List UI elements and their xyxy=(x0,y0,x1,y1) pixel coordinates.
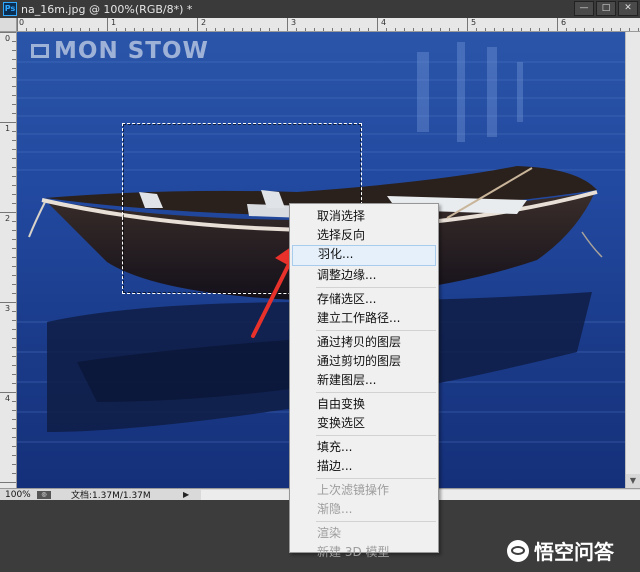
menu-separator xyxy=(316,330,436,331)
menu-item[interactable]: 填充... xyxy=(290,438,438,457)
ruler-label: 1 xyxy=(5,124,11,133)
menu-separator xyxy=(316,435,436,436)
menu-item[interactable]: 通过拷贝的图层 xyxy=(290,333,438,352)
scroll-down-arrow-icon[interactable]: ▼ xyxy=(626,474,640,488)
ruler-label: 4 xyxy=(381,18,387,27)
document-title-bar: Ps na_16m.jpg @ 100%(RGB/8*) * — □ ✕ xyxy=(0,0,640,19)
minimize-button[interactable]: — xyxy=(574,1,594,16)
selection-context-menu: 取消选择 选择反向 羽化... 调整边缘... 存储选区... 建立工作路径... 通过拷贝… xyxy=(289,203,439,559)
brand-text: 悟空问答 xyxy=(534,540,614,564)
vertical-ruler[interactable]: 0 1 2 3 4 xyxy=(0,32,17,488)
photoshop-app-icon: Ps xyxy=(3,2,17,16)
menu-item[interactable]: 调整边缘... xyxy=(290,266,438,285)
maximize-button[interactable]: □ xyxy=(596,1,616,16)
zoom-level-field[interactable]: 100% xyxy=(0,490,37,500)
vertical-scrollbar[interactable]: ▼ xyxy=(625,32,640,488)
menu-item[interactable]: 羽化... xyxy=(292,245,436,266)
menu-separator xyxy=(316,521,436,522)
menu-item[interactable]: 取消选择 xyxy=(290,207,438,226)
ruler-label: 4 xyxy=(5,394,11,403)
document-tab-title[interactable]: na_16m.jpg @ 100%(RGB/8*) * xyxy=(21,3,192,16)
watermark-text: MON STOW xyxy=(54,38,209,64)
menu-item[interactable]: 变换选区 xyxy=(290,414,438,433)
ruler-label: 0 xyxy=(5,34,11,43)
brand-watermark: 悟空问答 xyxy=(507,536,614,565)
menu-separator xyxy=(316,478,436,479)
menu-item[interactable]: 自由变换 xyxy=(290,395,438,414)
menu-item: 渐隐... xyxy=(317,502,353,516)
proof-icon[interactable]: ◎ xyxy=(37,490,51,499)
menu-item[interactable]: 建立工作路径... xyxy=(290,309,438,328)
menu-item: 上次滤镜操作 xyxy=(317,483,390,497)
horizontal-ruler[interactable]: 0 1 2 3 4 5 6 xyxy=(17,18,640,32)
watermark-logo: MON STOW xyxy=(31,38,209,64)
ruler-label: 3 xyxy=(291,18,297,27)
ruler-label: 3 xyxy=(5,304,11,313)
menu-item[interactable]: 新建图层... xyxy=(290,371,438,390)
ruler-label: 0 xyxy=(19,18,25,27)
menu-item: 渲染 xyxy=(317,526,342,540)
menu-item: 新建 3D 模型 xyxy=(317,545,390,559)
ruler-label: 6 xyxy=(561,18,567,27)
wukong-logo-icon xyxy=(507,539,529,562)
menu-item[interactable]: 选择反向 xyxy=(290,226,438,245)
ruler-label: 5 xyxy=(471,18,477,27)
status-menu-arrow-icon[interactable]: ▶ xyxy=(183,490,189,499)
watermark-box-icon xyxy=(31,44,49,58)
menu-separator xyxy=(316,287,436,288)
ruler-ticks-vertical xyxy=(0,32,16,483)
menu-item[interactable]: 描边... xyxy=(290,457,438,476)
ruler-label: 2 xyxy=(201,18,207,27)
menu-separator xyxy=(316,392,436,393)
ruler-origin[interactable] xyxy=(0,18,17,32)
menu-item[interactable]: 存储选区... xyxy=(290,290,438,309)
close-button[interactable]: ✕ xyxy=(618,1,638,16)
menu-item[interactable]: 通过剪切的图层 xyxy=(290,352,438,371)
window-controls: — □ ✕ xyxy=(574,1,638,16)
ruler-label: 1 xyxy=(111,18,117,27)
ruler-label: 2 xyxy=(5,214,11,223)
